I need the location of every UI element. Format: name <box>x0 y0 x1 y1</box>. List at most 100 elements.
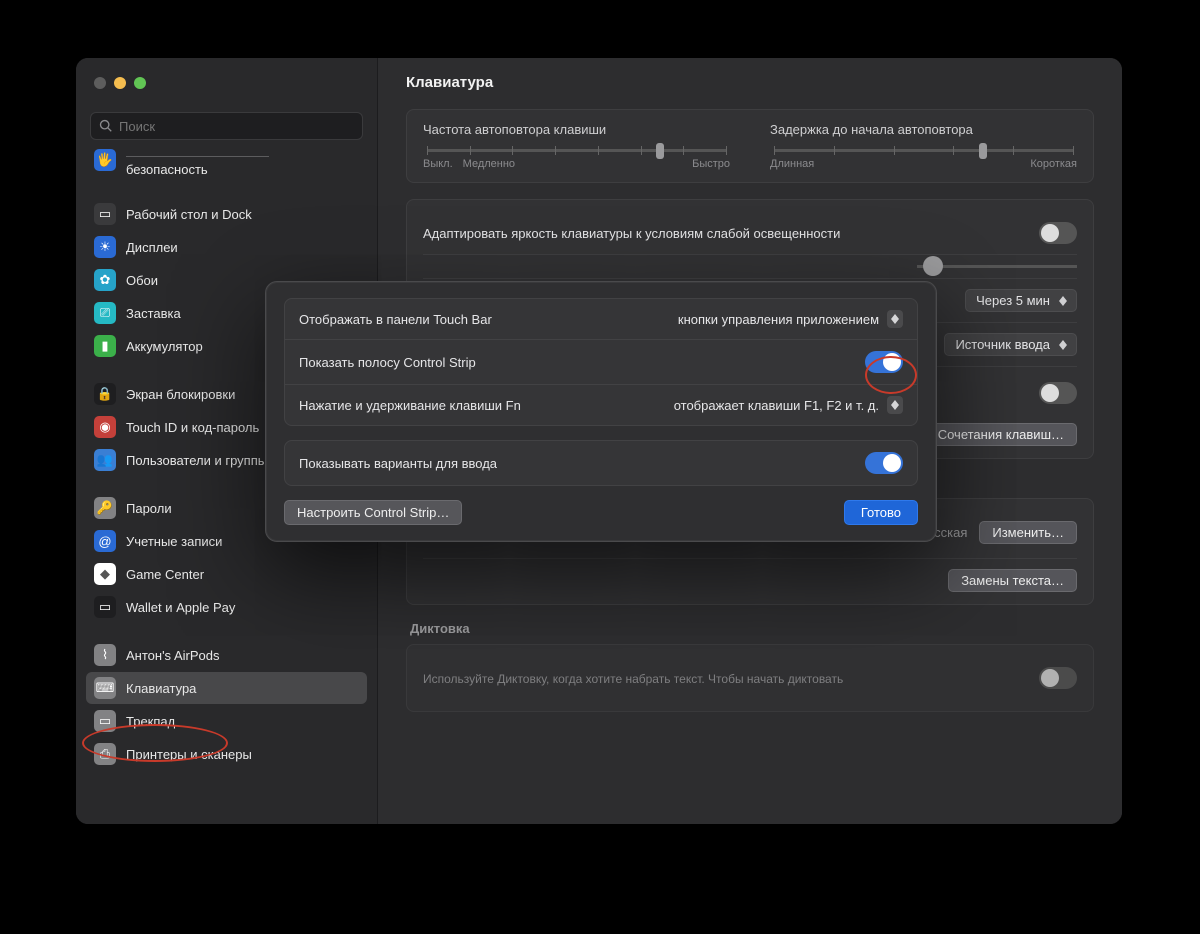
sidebar-item-1[interactable]: ▭ Рабочий стол и Dock <box>86 198 367 230</box>
sidebar-item-13[interactable]: ⌇ Антон's AirPods <box>86 639 367 671</box>
repeat-delay-group: Задержка до начала автоповтора Длинная К… <box>770 122 1077 170</box>
text-substitutions-button[interactable]: Замены текста… <box>948 569 1077 592</box>
sidebar-item-16[interactable]: ⎙ Принтеры и сканеры <box>86 738 367 770</box>
repeat-delay-slider[interactable] <box>774 149 1073 152</box>
dictation-header: Диктовка <box>410 621 1090 636</box>
sidebar-item-11[interactable]: ◆ Game Center <box>86 558 367 590</box>
sidebar-item-label: Обои <box>126 273 158 288</box>
maximize-button[interactable] <box>134 77 146 89</box>
search-input[interactable] <box>119 119 354 134</box>
sidebar-item-label: Трекпад <box>126 714 175 729</box>
sidebar-item-label: Рабочий стол и Dock <box>126 207 252 222</box>
control-strip-label: Показать полосу Control Strip <box>299 355 476 370</box>
input-variants-row: Показывать варианты для ввода <box>285 441 917 485</box>
sidebar-item-14[interactable]: ⌨ Клавиатура <box>86 672 367 704</box>
repeat-delay-short: Короткая <box>1030 158 1077 170</box>
slider-knob[interactable] <box>979 143 987 159</box>
sidebar-item-icon: ▭ <box>94 203 116 225</box>
done-button[interactable]: Готово <box>844 500 918 525</box>
sidebar-separator <box>86 624 367 638</box>
repeat-rate-slow: Медленно <box>463 158 515 170</box>
dictation-hint: Используйте Диктовку, когда хотите набра… <box>423 672 843 686</box>
change-sources-button[interactable]: Изменить… <box>979 521 1077 544</box>
sidebar-item-label: Принтеры и сканеры <box>126 747 252 762</box>
repeat-rate-group: Частота автоповтора клавиши Выкл. Медлен… <box>423 122 730 170</box>
slider-knob[interactable] <box>656 143 664 159</box>
search-icon <box>99 119 113 133</box>
sidebar-item-label: Антон's AirPods <box>126 648 219 663</box>
key-repeat-card: Частота автоповтора клавиши Выкл. Медлен… <box>406 109 1094 183</box>
input-variants-toggle[interactable] <box>865 452 903 474</box>
sidebar-item-icon: ✿ <box>94 269 116 291</box>
window-titlebar <box>76 58 377 108</box>
stepper-icon <box>1056 294 1070 308</box>
sidebar-item-icon: 👥 <box>94 449 116 471</box>
control-strip-toggle[interactable] <box>865 351 903 373</box>
fn-hold-label: Нажатие и удерживание клавиши Fn <box>299 398 521 413</box>
dim-after-select[interactable]: Через 5 мин <box>965 289 1077 312</box>
input-source-select[interactable]: Источник ввода <box>944 333 1077 356</box>
sidebar-item-0[interactable]: 🖐 ———————————безопасность <box>86 148 367 182</box>
shortcuts-button[interactable]: Сочетания клавиш… <box>925 423 1077 446</box>
sidebar-item-12[interactable]: ▭ Wallet и Apple Pay <box>86 591 367 623</box>
repeat-rate-fast: Быстро <box>692 158 730 170</box>
sidebar-item-label: Game Center <box>126 567 204 582</box>
brightness-slider-knob[interactable] <box>923 256 943 276</box>
sidebar-item-icon: 🔒 <box>94 383 116 405</box>
configure-control-strip-button[interactable]: Настроить Control Strip… <box>284 500 462 525</box>
touchbar-settings-sheet: Отображать в панели Touch Bar кнопки упр… <box>265 281 937 542</box>
touchbar-display-row: Отображать в панели Touch Bar кнопки упр… <box>285 299 917 339</box>
sidebar-item-icon: 🔑 <box>94 497 116 519</box>
sidebar-item-15[interactable]: ▭ Трекпад <box>86 705 367 737</box>
search-field[interactable] <box>90 112 363 140</box>
repeat-rate-slider[interactable] <box>427 149 726 152</box>
sidebar-item-label: Заставка <box>126 306 181 321</box>
sidebar-item-icon: ⎙ <box>94 743 116 765</box>
sidebar-item-label: Аккумулятор <box>126 339 203 354</box>
repeat-rate-off: Выкл. <box>423 158 453 170</box>
adapt-brightness-label: Адаптировать яркость клавиатуры к услови… <box>423 226 840 241</box>
sidebar-item-label: ———————————безопасность <box>126 149 269 177</box>
sidebar-item-2[interactable]: ☀Дисплеи <box>86 231 367 263</box>
control-strip-row: Показать полосу Control Strip <box>285 339 917 384</box>
sidebar-item-label: Пользователи и группы <box>126 453 267 468</box>
minimize-button[interactable] <box>114 77 126 89</box>
sidebar-item-icon: ▮ <box>94 335 116 357</box>
dictation-card: Используйте Диктовку, когда хотите набра… <box>406 644 1094 712</box>
fn-hold-row: Нажатие и удерживание клавиши Fn отображ… <box>285 384 917 425</box>
sidebar-item-icon: 🖐 <box>94 149 116 171</box>
sidebar-separator <box>86 183 367 197</box>
fn-hold-value: отображает клавиши F1, F2 и т. д. <box>674 398 879 413</box>
close-button[interactable] <box>94 77 106 89</box>
sidebar-item-label: Пароли <box>126 501 172 516</box>
sidebar-item-icon: ☀ <box>94 236 116 258</box>
dictation-toggle[interactable] <box>1039 667 1077 689</box>
stepper-icon <box>887 396 903 414</box>
sidebar-item-icon: @ <box>94 530 116 552</box>
dim-after-value: Через 5 мин <box>976 293 1050 308</box>
input-variants-label: Показывать варианты для ввода <box>299 456 497 471</box>
touchbar-display-value: кнопки управления приложением <box>678 312 879 327</box>
sidebar-item-label: Учетные записи <box>126 534 222 549</box>
page-title: Клавиатура <box>378 58 1122 109</box>
stepper-icon <box>1056 338 1070 352</box>
sidebar-item-icon: ▭ <box>94 710 116 732</box>
sidebar-item-label: Wallet и Apple Pay <box>126 600 235 615</box>
repeat-rate-label: Частота автоповтора клавиши <box>423 122 730 137</box>
repeat-delay-long: Длинная <box>770 158 814 170</box>
adapt-brightness-toggle[interactable] <box>1039 222 1077 244</box>
fn-key-toggle[interactable] <box>1039 382 1077 404</box>
sidebar-item-icon: ▭ <box>94 596 116 618</box>
sidebar-item-icon: ⌇ <box>94 644 116 666</box>
sidebar-item-label: Экран блокировки <box>126 387 235 402</box>
sidebar-item-icon: ⌨ <box>94 677 116 699</box>
input-source-value: Источник ввода <box>955 337 1050 352</box>
touchbar-display-select[interactable]: кнопки управления приложением <box>678 310 903 328</box>
sidebar-item-label: Touch ID и код-пароль <box>126 420 259 435</box>
fn-hold-select[interactable]: отображает клавиши F1, F2 и т. д. <box>674 396 903 414</box>
sidebar-item-icon: ⎚ <box>94 302 116 324</box>
sidebar-item-label: Клавиатура <box>126 681 196 696</box>
sidebar-item-icon: ◆ <box>94 563 116 585</box>
sidebar-item-icon: ◉ <box>94 416 116 438</box>
repeat-delay-label: Задержка до начала автоповтора <box>770 122 1077 137</box>
